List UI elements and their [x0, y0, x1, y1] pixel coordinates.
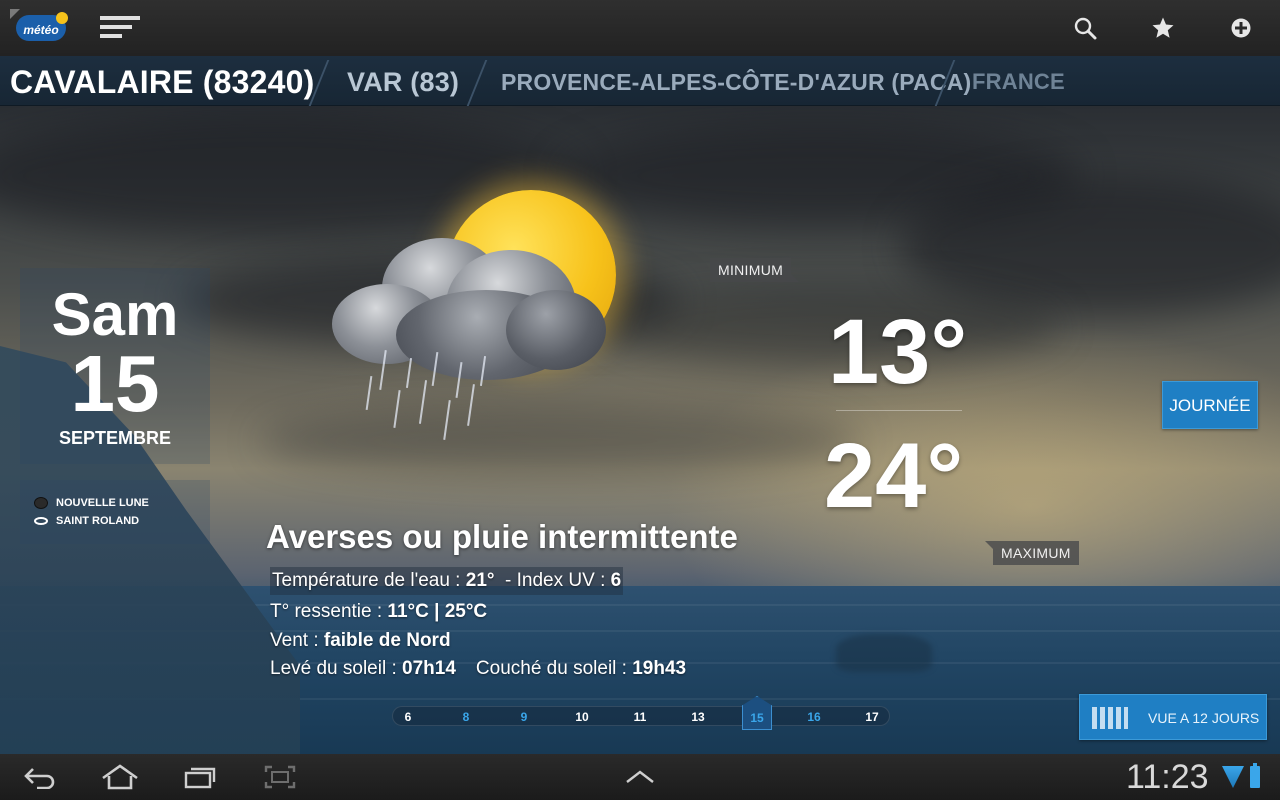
breadcrumb-city[interactable]: CAVALAIRE (83240) [10, 56, 315, 106]
minimum-temperature: 13° [828, 301, 968, 403]
twelve-day-view-button[interactable]: VUE A 12 JOURS [1079, 694, 1267, 740]
hour-8[interactable]: 8 [451, 707, 481, 727]
feels-like-label: T° ressentie : [270, 601, 388, 622]
recent-apps-icon[interactable] [180, 762, 220, 792]
sunrise-value: 07h14 [402, 658, 456, 679]
new-moon-icon [34, 497, 48, 509]
selected-hour[interactable]: 15 [742, 708, 772, 728]
star-icon[interactable] [1149, 14, 1177, 42]
sunset-label: Couché du soleil : [475, 658, 633, 679]
month-name: SEPTEMBRE [58, 428, 172, 448]
logo-sun-icon [56, 12, 68, 24]
feels-like-value: 11°C | 25°C [387, 601, 488, 622]
hour-timeline[interactable]: 6 8 9 10 11 13 16 17 [392, 706, 890, 726]
hour-10[interactable]: 10 [567, 707, 597, 727]
saint-label: SAINT ROLAND [56, 515, 140, 527]
moon-phase: NOUVELLE LUNE [34, 495, 149, 511]
sunrise-label: Levé du soleil : [270, 658, 403, 679]
hour-9[interactable]: 9 [509, 707, 539, 727]
search-icon[interactable] [1071, 14, 1099, 42]
day-number: 15 [70, 339, 160, 428]
uv-label: - Index UV : [494, 570, 611, 591]
hour-17[interactable]: 17 [857, 707, 887, 727]
status-clock: 11:23 [1126, 758, 1209, 796]
water-temp-uv-line: Température de l'eau : 21° - Index UV : … [270, 567, 624, 595]
breadcrumb-country[interactable]: FRANCE [972, 56, 1065, 106]
hour-13[interactable]: 13 [683, 707, 713, 727]
day-view-button[interactable]: JOURNÉE [1162, 381, 1258, 429]
action-bar: météo [0, 0, 1280, 56]
chevron-up-icon[interactable] [620, 762, 660, 792]
water-temp-label: Température de l'eau : [272, 570, 466, 591]
maximum-temperature: 24° [824, 425, 964, 527]
calendar-strip-icon [1092, 707, 1128, 729]
minimum-label: MINIMUM [710, 258, 800, 282]
maximum-label: MAXIMUM [985, 541, 1079, 565]
sun-times-line: Levé du soleil : 07h14 Couché du soleil :… [270, 655, 686, 683]
wind-label: Vent : [270, 630, 324, 651]
halo-icon [34, 517, 48, 525]
twelve-day-view-label: VUE A 12 JOURS [1148, 710, 1260, 726]
wind-line: Vent : faible de Nord [270, 627, 451, 655]
breadcrumb-region[interactable]: PROVENCE-ALPES-CÔTE-D'AZUR (PACA) [501, 56, 971, 106]
uv-value: 6 [610, 570, 622, 591]
hamburger-menu-icon[interactable] [96, 14, 144, 42]
location-breadcrumb: CAVALAIRE (83240) VAR (83) PROVENCE-ALPE… [0, 56, 1280, 106]
wind-value: faible de Nord [323, 630, 451, 651]
back-icon[interactable] [20, 762, 60, 792]
water-temp-value: 21° [465, 570, 495, 591]
la-chaine-meteo-logo[interactable]: météo [10, 9, 70, 45]
plus-circle-icon[interactable] [1227, 14, 1255, 42]
date-panel: Sam 15 SEPTEMBRE [20, 268, 210, 464]
hour-16[interactable]: 16 [799, 707, 829, 727]
feels-like-line: T° ressentie : 11°C | 25°C [270, 598, 487, 626]
sunset-value: 19h43 [632, 658, 687, 679]
breadcrumb-department[interactable]: VAR (83) [347, 56, 459, 106]
saint-of-day: SAINT ROLAND [34, 513, 139, 529]
hour-11[interactable]: 11 [625, 707, 655, 727]
moon-phase-label: NOUVELLE LUNE [56, 497, 149, 509]
home-icon[interactable] [100, 762, 140, 792]
hour-6[interactable]: 6 [393, 707, 423, 727]
screenshot-icon[interactable] [260, 762, 300, 792]
showers-sun-cloud-icon [326, 180, 626, 460]
system-navigation-bar [0, 754, 1280, 800]
ephemeris-panel: NOUVELLE LUNE SAINT ROLAND [20, 480, 210, 544]
temperature-divider [836, 410, 962, 411]
battery-icon [1250, 763, 1260, 788]
weather-condition-title: Averses ou pluie intermittente [266, 518, 738, 555]
